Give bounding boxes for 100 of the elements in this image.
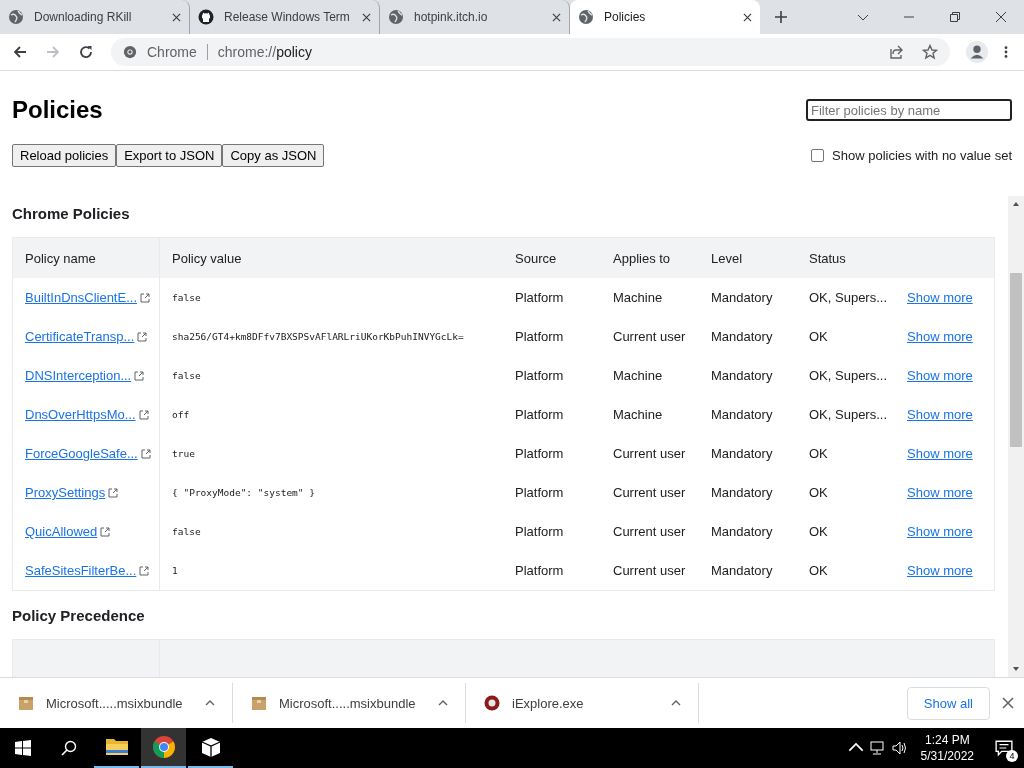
table-cell: Platform	[515, 290, 564, 305]
globe-icon	[8, 9, 24, 25]
table-cell: OK, Supers...	[809, 290, 888, 305]
taskbar-app[interactable]	[141, 728, 186, 768]
page-title: Policies	[12, 96, 103, 124]
package-icon	[18, 695, 34, 711]
back-arrow-icon[interactable]	[12, 44, 28, 60]
policy-value: { "ProxyMode": "system" }	[172, 487, 315, 498]
browser-tab[interactable]: Release Windows Term	[190, 0, 380, 34]
download-item[interactable]: iExplore.exe	[466, 683, 699, 723]
external-link-icon	[139, 565, 150, 576]
policy-button[interactable]: Copy as JSON	[222, 144, 325, 167]
filter-field[interactable]: Filter policies by name	[806, 99, 1012, 121]
policy-name-link[interactable]: CertificateTransp...	[25, 329, 135, 344]
new-tab-icon[interactable]	[774, 10, 788, 24]
close-icon[interactable]	[995, 11, 1007, 23]
browser-tab[interactable]: Policies	[570, 0, 760, 34]
column-header: Applies to	[612, 249, 672, 268]
policy-button[interactable]: Export to JSON	[116, 144, 223, 167]
close-icon[interactable]	[743, 12, 752, 22]
table-cell: Current user	[613, 329, 686, 344]
show-more-link[interactable]: Show more	[907, 485, 973, 500]
show-more-link[interactable]: Show more	[907, 368, 973, 383]
table-cell: Mandatory	[711, 368, 773, 383]
show-more-link[interactable]: Show more	[907, 290, 973, 305]
policy-name-link[interactable]: SafeSitesFilterBe...	[25, 563, 137, 578]
table-cell: Current user	[613, 485, 686, 500]
table-cell: Current user	[613, 524, 686, 539]
policy-name-link[interactable]: DnsOverHttpsMo...	[25, 407, 136, 422]
site-label: Chrome	[147, 44, 197, 60]
show-more-link[interactable]: Show more	[907, 524, 973, 539]
table-cell: Mandatory	[711, 446, 773, 461]
policy-name-link[interactable]: BuiltInDnsClientE...	[25, 290, 137, 305]
table-cell: Mandatory	[711, 329, 773, 344]
table-cell: Current user	[613, 563, 686, 578]
table-cell: Platform	[515, 485, 564, 500]
close-icon[interactable]	[552, 12, 561, 22]
table-cell: Mandatory	[711, 563, 773, 578]
table-cell: Mandatory	[711, 407, 773, 422]
globe-icon	[578, 9, 594, 25]
column-header: Source	[514, 249, 558, 268]
reload-icon[interactable]	[78, 44, 94, 60]
policy-value: false	[172, 526, 201, 537]
chrome-logo-icon	[151, 735, 176, 759]
policy-value: true	[172, 448, 195, 459]
download-item[interactable]: Microsoft.....msixbundle	[233, 683, 466, 723]
table-cell: Mandatory	[711, 524, 773, 539]
download-item[interactable]: Microsoft.....msixbundle	[0, 683, 233, 723]
restore-icon[interactable]	[949, 11, 961, 23]
menu-icon[interactable]	[1004, 45, 1008, 59]
table-cell: Platform	[515, 329, 564, 344]
external-link-icon	[134, 370, 145, 381]
external-link-icon	[100, 526, 111, 537]
checkbox-label: Show policies with no value set	[832, 148, 1012, 163]
table-cell: Platform	[515, 524, 564, 539]
column-header: Status	[808, 249, 847, 268]
checkbox[interactable]	[811, 149, 825, 162]
policy-name-link[interactable]: DNSInterception...	[25, 368, 132, 383]
show-more-link[interactable]: Show more	[907, 329, 973, 344]
table-cell: OK	[809, 446, 828, 461]
external-link-icon	[140, 448, 151, 459]
profile-avatar-icon[interactable]	[966, 41, 988, 63]
show-all-button[interactable]: Show all	[906, 686, 990, 720]
table-cell: OK, Supers...	[809, 368, 888, 383]
policy-name-link[interactable]: ForceGoogleSafe...	[25, 446, 138, 461]
policy-value: 1	[172, 565, 178, 576]
scroll-down-arrow-icon[interactable]	[1012, 665, 1020, 673]
table-cell: Platform	[515, 368, 564, 383]
policy-button[interactable]: Reload policies	[12, 144, 117, 167]
share-icon[interactable]	[888, 44, 904, 60]
scroll-up-arrow-icon[interactable]	[1012, 200, 1020, 208]
show-more-link[interactable]: Show more	[907, 446, 973, 461]
close-icon[interactable]	[172, 12, 181, 22]
clock-time: 1:24 PM	[924, 732, 970, 748]
table-cell: Platform	[515, 563, 564, 578]
scrollbar[interactable]	[1008, 196, 1024, 677]
close-icon[interactable]	[362, 12, 371, 22]
address-bar[interactable]: Chrome chrome://policy	[111, 38, 950, 66]
table-cell: Platform	[515, 407, 564, 422]
external-link-icon	[140, 292, 150, 303]
policy-value: sha256/GT4+km8DFfv7BXSPSvAFlARLriUKorKbPuhINVYGcLk=	[172, 331, 464, 342]
show-more-link[interactable]: Show more	[907, 407, 973, 422]
external-link-icon	[137, 331, 148, 342]
show-more-link[interactable]: Show more	[907, 563, 973, 578]
table-cell: Machine	[613, 368, 663, 383]
browser-tab[interactable]: Downloading RKill	[0, 0, 190, 34]
policy-name-link[interactable]: QuicAllowed	[25, 524, 98, 539]
close-icon[interactable]	[1002, 697, 1014, 709]
section-title: Policy Precedence	[12, 607, 146, 624]
speaker-icon[interactable]	[891, 740, 908, 756]
external-link-icon	[138, 409, 149, 420]
table-cell: Platform	[515, 446, 564, 461]
notification-icon[interactable]	[995, 739, 1013, 757]
notification-count: 4	[1006, 750, 1018, 762]
policy-value: off	[172, 409, 190, 420]
star-icon[interactable]	[922, 44, 938, 60]
network-icon[interactable]	[869, 740, 886, 756]
table-cell: Mandatory	[711, 290, 773, 305]
table-cell: OK	[809, 524, 828, 539]
policy-name-link[interactable]: ProxySettings	[25, 485, 106, 500]
